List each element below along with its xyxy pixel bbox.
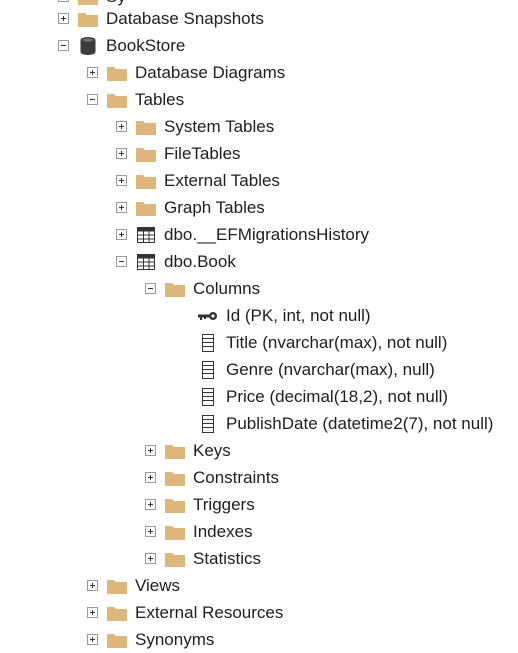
tree-node-bookstore[interactable]: BookStore xyxy=(58,32,185,59)
folder-icon xyxy=(165,523,185,541)
expand-toggle[interactable] xyxy=(145,553,156,564)
expand-toggle[interactable] xyxy=(116,121,127,132)
tree-node-label: Columns xyxy=(193,279,261,298)
tree-node-label: Views xyxy=(135,576,181,595)
tree-node-label: dbo.__EFMigrationsHistory xyxy=(164,225,370,244)
tree-node-indexes[interactable]: Indexes xyxy=(145,518,253,545)
tree-node-tables[interactable]: Tables xyxy=(87,86,184,113)
folder-icon xyxy=(136,199,156,217)
column-icon xyxy=(198,333,218,352)
expand-toggle[interactable] xyxy=(116,229,127,240)
column-icon xyxy=(198,360,218,379)
folder-icon xyxy=(165,280,185,298)
folder-icon xyxy=(165,469,185,487)
column-label: PublishDate (datetime2(7), not null) xyxy=(226,414,494,433)
folder-icon xyxy=(136,145,156,163)
expand-toggle[interactable] xyxy=(58,0,69,2)
expand-toggle[interactable] xyxy=(87,607,98,618)
column-item-publishdate[interactable]: PublishDate (datetime2(7), not null) xyxy=(198,410,493,437)
folder-icon xyxy=(136,118,156,136)
tree-node-external-resources[interactable]: External Resources xyxy=(87,599,283,626)
folder-icon xyxy=(78,10,98,28)
expand-toggle[interactable] xyxy=(145,499,156,510)
expand-toggle[interactable] xyxy=(116,175,127,186)
column-label: Genre (nvarchar(max), null) xyxy=(226,360,435,379)
tree-node-graph-tables[interactable]: Graph Tables xyxy=(116,194,265,221)
folder-icon xyxy=(136,172,156,190)
tree-node-label: Graph Tables xyxy=(164,198,265,217)
tree-node-label: BookStore xyxy=(106,36,186,55)
folder-icon xyxy=(107,577,127,595)
collapse-toggle[interactable] xyxy=(145,283,156,294)
table-icon xyxy=(136,226,156,244)
collapse-toggle[interactable] xyxy=(116,256,127,267)
tree-node-statistics[interactable]: Statistics xyxy=(145,545,261,572)
collapse-toggle[interactable] xyxy=(58,40,69,51)
folder-icon xyxy=(165,496,185,514)
folder-icon xyxy=(165,442,185,460)
tree-node-label: FileTables xyxy=(164,144,241,163)
tree-node-label: Triggers xyxy=(193,495,255,514)
primary-key-icon xyxy=(198,307,218,325)
expand-toggle[interactable] xyxy=(58,13,69,24)
expand-toggle[interactable] xyxy=(145,445,156,456)
folder-icon xyxy=(165,550,185,568)
expand-toggle[interactable] xyxy=(116,202,127,213)
tree-node-ef-migrations-history[interactable]: dbo.__EFMigrationsHistory xyxy=(116,221,369,248)
tree-node-keys[interactable]: Keys xyxy=(145,437,231,464)
tree-node-label: Database Snapshots xyxy=(106,9,264,28)
tree-node-constraints[interactable]: Constraints xyxy=(145,464,279,491)
tree-node-dbo-book[interactable]: dbo.Book xyxy=(116,248,236,275)
table-icon xyxy=(136,253,156,271)
tree-node-label: External Tables xyxy=(164,171,280,190)
tree-node-views[interactable]: Views xyxy=(87,572,180,599)
expand-toggle[interactable] xyxy=(145,526,156,537)
tree-node-filetables[interactable]: FileTables xyxy=(116,140,241,167)
tree-node-columns[interactable]: Columns xyxy=(145,275,260,302)
column-label: Price (decimal(18,2), not null) xyxy=(226,387,449,406)
tree-node-label: Tables xyxy=(135,90,185,109)
collapse-toggle[interactable] xyxy=(87,94,98,105)
column-label: Id (PK, int, not null) xyxy=(226,306,371,325)
column-icon xyxy=(198,414,218,433)
tree-node-label: External Resources xyxy=(135,603,284,622)
tree-node-label: Statistics xyxy=(193,549,262,568)
tree-node-label: Constraints xyxy=(193,468,279,487)
database-icon xyxy=(78,36,98,55)
folder-icon xyxy=(107,64,127,82)
folder-icon xyxy=(107,91,127,109)
column-item-title[interactable]: Title (nvarchar(max), not null) xyxy=(198,329,447,356)
expand-toggle[interactable] xyxy=(116,148,127,159)
expand-toggle[interactable] xyxy=(87,67,98,78)
tree-node-database-snapshots[interactable]: Database Snapshots xyxy=(58,5,264,32)
tree-node-system-tables[interactable]: System Tables xyxy=(116,113,274,140)
tree-node-label: Keys xyxy=(193,441,231,460)
tree-node-triggers[interactable]: Triggers xyxy=(145,491,255,518)
column-icon xyxy=(198,387,218,406)
column-item-genre[interactable]: Genre (nvarchar(max), null) xyxy=(198,356,435,383)
folder-icon xyxy=(107,604,127,622)
tree-node-label: Indexes xyxy=(193,522,253,541)
tree-node-label: Database Diagrams xyxy=(135,63,286,82)
tree-node-label: System Tables xyxy=(164,117,275,136)
tree-node-label: dbo.Book xyxy=(164,252,236,271)
column-label: Title (nvarchar(max), not null) xyxy=(226,333,448,352)
tree-node-database-diagrams[interactable]: Database Diagrams xyxy=(87,59,285,86)
tree-node-external-tables[interactable]: External Tables xyxy=(116,167,280,194)
expand-toggle[interactable] xyxy=(145,472,156,483)
column-item-price[interactable]: Price (decimal(18,2), not null) xyxy=(198,383,448,410)
column-item-id[interactable]: Id (PK, int, not null) xyxy=(198,302,371,329)
expand-toggle[interactable] xyxy=(87,580,98,591)
